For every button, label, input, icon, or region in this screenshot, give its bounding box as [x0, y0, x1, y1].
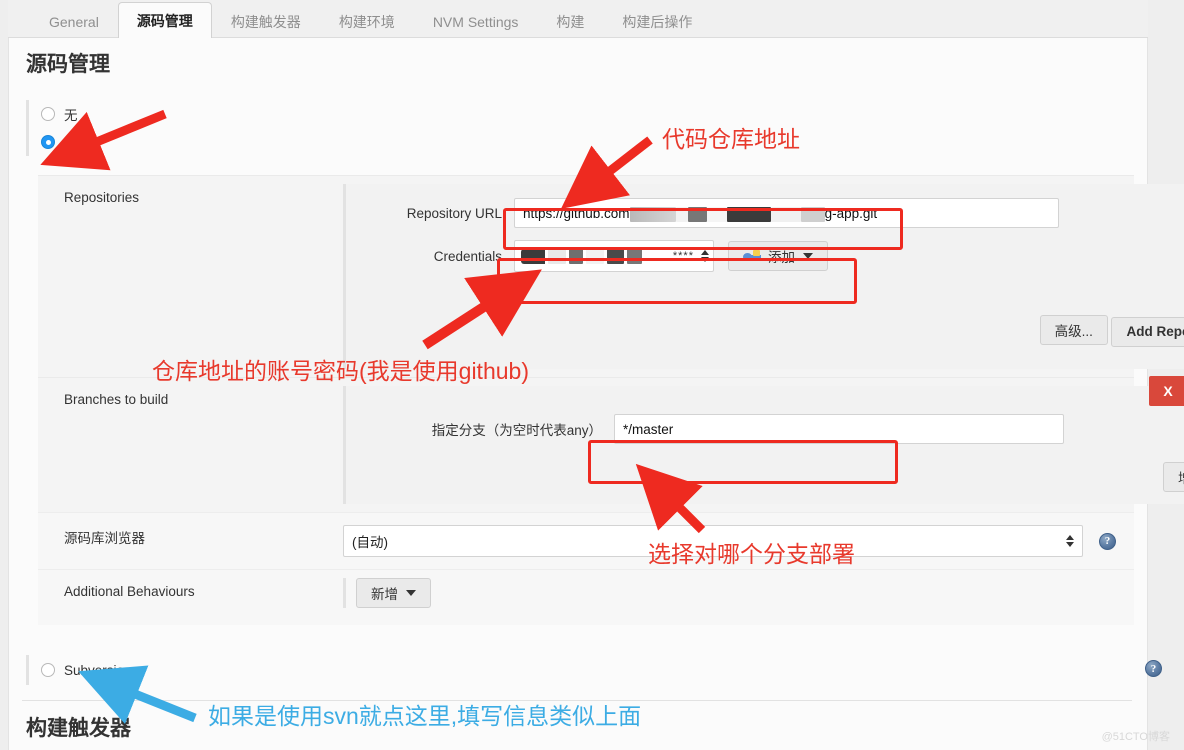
cred-redacted-4	[586, 248, 604, 264]
cred-redacted-5	[607, 248, 624, 264]
radio-git-icon[interactable]	[41, 135, 55, 149]
add-credentials-button[interactable]: 添加	[728, 241, 828, 271]
credentials-row: Credentials **** 添加	[364, 240, 1184, 272]
git-config-body: Repositories Repository URL https://gith…	[38, 175, 1184, 625]
next-section-title: 构建触发器	[26, 717, 131, 740]
scm-option-subversion[interactable]: Subversion	[26, 655, 1139, 685]
tab-build-triggers[interactable]: 构建触发器	[212, 5, 320, 37]
cred-redacted-1	[521, 248, 545, 264]
redacted-block-5	[726, 206, 771, 222]
tab-build[interactable]: 构建	[537, 5, 603, 37]
scm-option-none-label: 无	[64, 108, 78, 123]
cred-redacted-3	[569, 248, 583, 264]
scm-option-git-label: Git	[64, 134, 82, 150]
repositories-row: Repositories Repository URL https://gith…	[38, 175, 1184, 377]
additional-behaviours-row: Additional Behaviours 新增	[38, 569, 1134, 625]
repository-panel: Repository URL https://github.com g-app.g…	[343, 184, 1184, 369]
annotation-repo-url: 代码仓库地址	[662, 126, 800, 152]
tab-post-build[interactable]: 构建后操作	[603, 5, 711, 37]
tab-general[interactable]: General	[30, 5, 118, 37]
add-behaviour-button[interactable]: 新增	[356, 578, 431, 608]
additional-behaviours-label: Additional Behaviours	[64, 584, 195, 599]
branch-specifier-input[interactable]: */master	[614, 414, 1064, 444]
scm-option-none[interactable]: 无	[41, 100, 1139, 128]
repository-url-suffix: g-app.git	[824, 206, 878, 221]
branch-actions: 增加分支	[1163, 462, 1184, 492]
redacted-block-1	[629, 206, 676, 222]
credentials-label: Credentials	[433, 248, 502, 264]
repository-url-prefix: https://github.com	[523, 206, 630, 221]
add-behaviour-label: 新增	[371, 587, 398, 602]
key-icon	[743, 250, 761, 262]
repositories-label: Repositories	[64, 190, 140, 205]
repo-browser-value: (自动)	[352, 535, 388, 550]
behaviour-chevron-down-icon	[406, 590, 416, 596]
annotation-svn: 如果是使用svn就点这里,填写信息类似上面	[208, 703, 642, 729]
advanced-button[interactable]: 高级...	[1039, 315, 1108, 345]
cred-redacted-6	[627, 248, 642, 264]
scm-option-subversion-label: Subversion	[64, 662, 132, 678]
redacted-block-6	[770, 206, 801, 222]
annotation-branch: 选择对哪个分支部署	[648, 541, 855, 567]
repo-browser-help-icon[interactable]: ?	[1099, 532, 1116, 550]
cred-redacted-2	[548, 248, 566, 264]
branches-body: X 指定分支（为空时代表any） */master ? 增加分支	[343, 376, 1184, 512]
repo-browser-spinner-icon[interactable]	[1066, 535, 1074, 547]
repository-actions: 高级... Add Repository	[1039, 315, 1184, 357]
repository-url-row: Repository URL https://github.com g-app.g…	[364, 198, 1184, 228]
config-tab-bar: General 源码管理 构建触发器 构建环境 NVM Settings 构建 …	[8, 0, 1148, 38]
subversion-help-icon[interactable]: ?	[1145, 660, 1162, 677]
tab-scm[interactable]: 源码管理	[117, 2, 212, 38]
repo-browser-label: 源码库浏览器	[64, 531, 145, 546]
add-credentials-label: 添加	[768, 250, 795, 265]
repository-url-input[interactable]: https://github.com g-app.git	[514, 198, 1059, 228]
credentials-masked-value: ****	[672, 250, 694, 262]
redacted-block-2	[675, 206, 688, 222]
repositories-body: Repository URL https://github.com g-app.g…	[343, 176, 1184, 377]
credentials-select[interactable]: ****	[514, 240, 714, 272]
page-title: 源码管理	[26, 53, 110, 76]
radio-none-icon[interactable]	[41, 107, 55, 121]
repo-browser-row: 源码库浏览器 (自动) ?	[38, 512, 1134, 569]
branches-row: Branches to build X 指定分支（为空时代表any） */mas…	[38, 376, 1184, 512]
scm-radio-group: 无 Git	[26, 100, 1139, 156]
redacted-block-4	[706, 206, 727, 222]
add-repository-button[interactable]: Add Repository	[1111, 316, 1184, 347]
additional-behaviours-body: 新增	[343, 570, 1134, 616]
tab-nvm-settings[interactable]: NVM Settings	[414, 5, 538, 37]
chevron-down-icon	[803, 253, 813, 259]
tab-build-env[interactable]: 构建环境	[320, 5, 414, 37]
redacted-block-3	[687, 206, 707, 222]
branches-panel: X 指定分支（为空时代表any） */master ? 增加分支	[343, 376, 1184, 504]
annotation-credentials: 仓库地址的账号密码(我是使用github)	[152, 358, 529, 384]
watermark: @51CTO博客	[1101, 731, 1170, 743]
branch-specifier-row: 指定分支（为空时代表any） */master ?	[364, 414, 1184, 444]
redacted-block-7	[800, 206, 825, 222]
branch-specifier-label: 指定分支（为空时代表any）	[431, 423, 602, 438]
add-branch-button[interactable]: 增加分支	[1163, 462, 1184, 492]
delete-branch-button[interactable]: X	[1149, 376, 1184, 406]
repository-url-label: Repository URL	[406, 205, 502, 221]
credentials-spinner-icon[interactable]	[701, 250, 709, 262]
radio-subversion-icon[interactable]	[41, 663, 55, 677]
scm-option-git[interactable]: Git	[41, 128, 1139, 156]
